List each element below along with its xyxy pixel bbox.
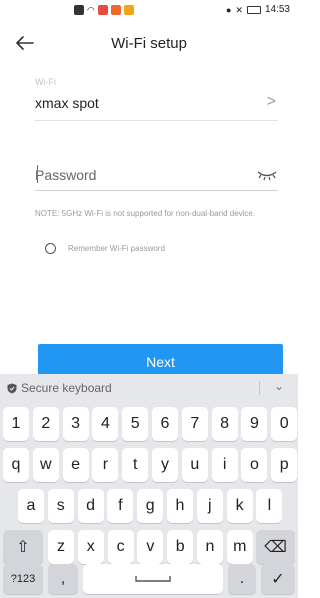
key-6[interactable]: 6 xyxy=(152,407,178,441)
key-u[interactable]: u xyxy=(181,448,208,482)
done-key[interactable]: ✓ xyxy=(261,564,295,594)
remember-password-option[interactable]: Remember Wi-Fi password xyxy=(45,243,165,254)
key-k[interactable]: k xyxy=(226,489,253,523)
symbols-mode-key[interactable]: ?123 xyxy=(3,564,43,594)
password-field[interactable] xyxy=(35,165,245,185)
wifi-field-underline xyxy=(35,120,278,121)
chevron-right-icon[interactable]: > xyxy=(267,93,276,111)
key-f[interactable]: f xyxy=(107,489,134,523)
key-g[interactable]: g xyxy=(137,489,164,523)
key-z[interactable]: z xyxy=(48,530,74,564)
note-text: NOTE: 5GHz Wi-Fi is not supported for no… xyxy=(35,209,256,218)
keyboard-toolbar: Secure keyboard ⌄ xyxy=(0,374,298,402)
key-w[interactable]: w xyxy=(32,448,59,482)
status-time: 14:53 xyxy=(264,4,290,15)
remember-password-label: Remember Wi-Fi password xyxy=(68,244,165,253)
comma-key[interactable]: , xyxy=(48,564,78,594)
key-7[interactable]: 7 xyxy=(181,407,208,441)
key-3[interactable]: 3 xyxy=(62,407,89,441)
key-l[interactable]: l xyxy=(256,489,283,523)
key-o[interactable]: o xyxy=(241,448,268,482)
key-v[interactable]: v xyxy=(137,530,164,564)
key-j[interactable]: j xyxy=(196,489,223,523)
status-bar-left-icons: ◠ xyxy=(74,5,134,15)
key-s[interactable]: s xyxy=(47,489,74,523)
key-5[interactable]: 5 xyxy=(122,407,149,441)
key-8[interactable]: 8 xyxy=(211,407,238,441)
key-i[interactable]: i xyxy=(211,448,238,482)
backspace-key[interactable]: ⌫ xyxy=(256,530,295,564)
key-n[interactable]: n xyxy=(197,530,223,564)
wifi-ssid-value[interactable]: xmax spot xyxy=(35,95,99,111)
space-key[interactable] xyxy=(83,564,223,594)
key-4[interactable]: 4 xyxy=(92,407,119,441)
key-q[interactable]: q xyxy=(3,448,29,482)
key-2[interactable]: 2 xyxy=(32,407,59,441)
radio-button[interactable] xyxy=(45,243,56,254)
notification-icon xyxy=(110,5,121,15)
key-d[interactable]: d xyxy=(77,489,104,523)
key-x[interactable]: x xyxy=(77,530,104,564)
notification-icon xyxy=(123,5,134,15)
key-p[interactable]: p xyxy=(271,448,298,482)
key-t[interactable]: t xyxy=(122,448,149,482)
text-caret xyxy=(37,165,38,183)
eye-closed-icon[interactable] xyxy=(256,168,278,182)
key-1[interactable]: 1 xyxy=(3,407,29,441)
key-c[interactable]: c xyxy=(107,530,134,564)
period-key[interactable]: . xyxy=(228,564,256,594)
wifi-icon: ◠ xyxy=(87,5,95,15)
key-m[interactable]: m xyxy=(226,530,253,564)
keyboard-header-text: Secure keyboard xyxy=(21,381,112,395)
key-r[interactable]: r xyxy=(92,448,119,482)
key-b[interactable]: b xyxy=(167,530,194,564)
status-bar-right: ● ✕ 14:53 xyxy=(226,4,290,15)
toolbar-divider xyxy=(259,381,260,395)
shift-key[interactable]: ⇧ xyxy=(3,530,43,564)
key-e[interactable]: e xyxy=(62,448,89,482)
key-a[interactable]: a xyxy=(18,489,44,523)
notification-icon xyxy=(97,5,108,15)
key-y[interactable]: y xyxy=(152,448,178,482)
app-icon xyxy=(74,5,84,15)
wifi-field-label: Wi-Fi xyxy=(35,77,56,87)
secure-keyboard-label: Secure keyboard xyxy=(7,381,112,395)
key-h[interactable]: h xyxy=(167,489,193,523)
password-underline xyxy=(35,190,278,191)
location-icon: ● xyxy=(225,4,232,15)
mute-icon: ✕ xyxy=(235,4,243,15)
status-bar: ◠ ● ✕ 14:53 xyxy=(0,0,298,22)
collapse-keyboard-icon[interactable]: ⌄ xyxy=(274,379,284,393)
battery-icon xyxy=(246,5,261,14)
page-title: Wi-Fi setup xyxy=(111,35,187,52)
secure-keyboard: Secure keyboard ⌄ 1234567890 qwertyuiop as… xyxy=(0,374,298,598)
key-9[interactable]: 9 xyxy=(241,407,268,441)
header: Wi-Fi setup xyxy=(0,26,298,60)
key-0[interactable]: 0 xyxy=(271,407,298,441)
shield-icon xyxy=(7,383,17,393)
